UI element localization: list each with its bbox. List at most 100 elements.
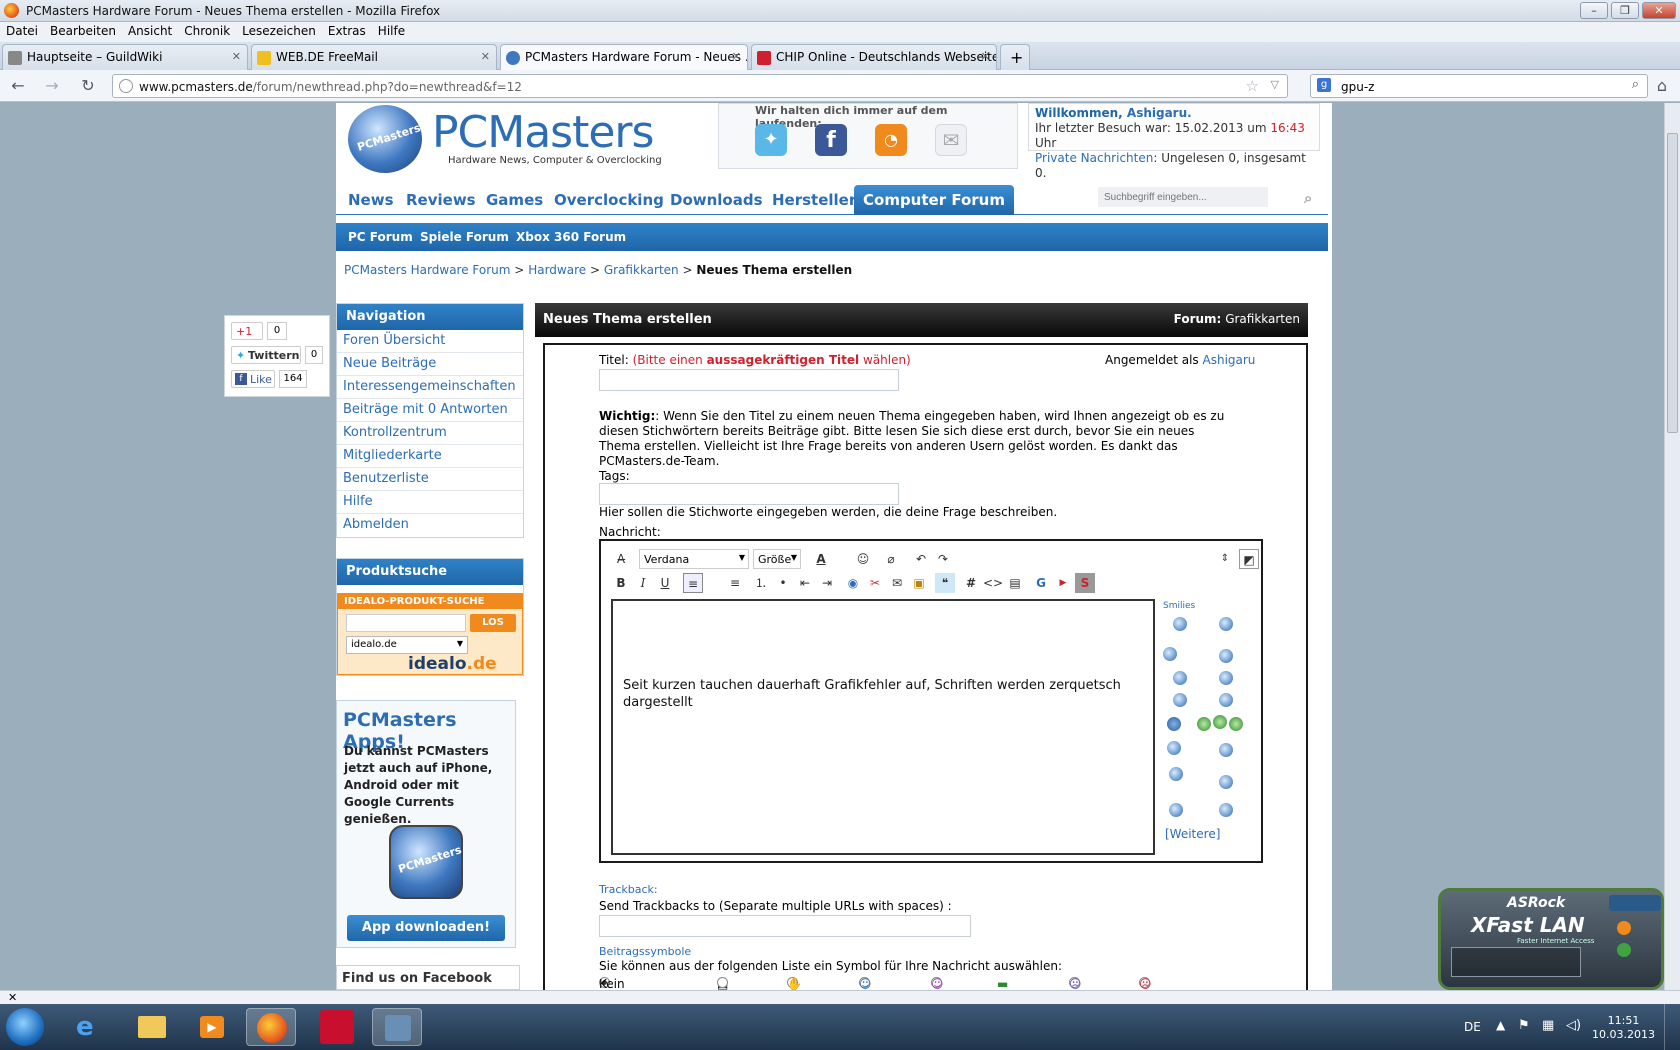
sidebar-item-foren-uebersicht[interactable]: Foren Übersicht [337,330,523,353]
php-icon[interactable]: ▤ [1005,573,1025,593]
menu-lesezeichen[interactable]: Lesezeichen [236,22,322,40]
insert-email-icon[interactable]: ✉ [887,573,907,593]
nav-computer-forum[interactable]: Computer Forum [854,185,1014,215]
subnav-spiele-forum[interactable]: Spiele Forum [420,230,509,244]
smiley-icon[interactable] [1219,671,1233,685]
smiley-icon[interactable] [1173,671,1187,685]
taskbar-clock[interactable]: 11:51 10.03.2013 [1592,1014,1655,1042]
sidebar-item-mitgliederkarte[interactable]: Mitgliederkarte [337,445,523,468]
app-icon[interactable]: PCMasters [389,825,463,899]
site-search-icon[interactable]: ⌕ [1304,189,1312,207]
smiley-icon[interactable] [1219,743,1233,757]
action-center-flag-icon[interactable]: ⚑ [1518,1018,1530,1033]
attachment-icon[interactable]: ⌀ [881,549,901,569]
thumbs-up-smiley-icon[interactable] [1197,717,1211,731]
menu-bearbeiten[interactable]: Bearbeiten [44,22,122,40]
align-right-icon[interactable]: ≡ [725,573,745,593]
rss-icon[interactable]: ◔ [875,124,907,156]
dropdown-arrow-icon[interactable]: ▽ [1271,78,1279,91]
align-left-icon[interactable]: ≡ [683,573,703,593]
new-tab-button[interactable]: + [1000,44,1030,70]
tab-guildwiki[interactable]: Hauptseite – GuildWiki ✕ [2,44,248,70]
search-icon[interactable]: ⌕ [1632,77,1639,92]
wtf-smiley-icon[interactable] [1169,767,1183,781]
explorer-taskbar-icon[interactable] [126,1008,176,1046]
smiley-icon[interactable] [1173,617,1187,631]
newsletter-mail-icon[interactable]: ✉ [935,124,967,156]
code-icon[interactable]: <> [983,573,1003,593]
subnav-pc-forum[interactable]: PC Forum [348,230,413,244]
google-search-icon[interactable]: G [1031,573,1051,593]
sidebar-item-benutzerliste[interactable]: Benutzerliste [337,468,523,491]
redo-icon[interactable]: ↷ [933,549,953,569]
subnav-xbox-forum[interactable]: Xbox 360 Forum [516,230,626,244]
language-indicator[interactable]: DE [1464,1020,1481,1034]
gplus-button[interactable]: +1 [231,322,263,340]
size-select[interactable]: Größe ▼ [753,549,801,569]
font-color-icon[interactable]: A [811,549,831,569]
strike-icon[interactable]: S [1075,573,1095,593]
smiley-icon[interactable] [1219,693,1233,707]
sidebar-item-beitraege-ohne-antwort[interactable]: Beiträge mit 0 Antworten [337,399,523,422]
unordered-list-icon[interactable]: • [773,573,793,593]
menu-datei[interactable]: Datei [0,22,44,40]
google-icon[interactable]: g [1317,78,1331,92]
smiley-icon[interactable] [1219,649,1233,663]
media-player-taskbar-icon[interactable]: ▶ [186,1008,236,1046]
firefox-taskbar-icon[interactable] [246,1008,296,1046]
insert-image-icon[interactable]: ▣ [909,573,929,593]
remove-format-icon[interactable]: A̶ [611,549,631,569]
thumbs-up-smiley-icon[interactable] [1213,715,1227,729]
menu-hilfe[interactable]: Hilfe [372,22,411,40]
site-search-input[interactable] [1098,187,1268,207]
switch-editor-mode-icon[interactable]: ◩ [1239,549,1259,569]
tab-pcmasters[interactable]: PCMasters Hardware Forum - Neues ... ✕ [500,44,748,70]
address-bar[interactable]: www.pcmasters.de/forum/newthread.php?do=… [112,74,1288,98]
smilies-more-link[interactable]: [Weitere] [1165,827,1220,841]
outdent-icon[interactable]: ⇤ [795,573,815,593]
home-icon[interactable]: ⌂ [1652,76,1672,96]
ie-taskbar-icon[interactable]: e [64,1008,114,1046]
minimize-button[interactable]: – [1580,2,1608,19]
idealo-search-input[interactable] [346,614,466,632]
idealo-los-button[interactable]: LOS [470,614,516,632]
trackback-input[interactable] [599,915,971,937]
smiley-insert-icon[interactable]: ☺ [853,549,873,569]
page-scrollbar[interactable] [1664,103,1680,990]
smiley-icon[interactable] [1167,741,1181,755]
welcome-user[interactable]: Ashigaru. [1127,106,1192,120]
bold-icon[interactable]: B [611,573,631,593]
facebook-icon[interactable]: f [815,124,847,156]
pcmasters-logo-text[interactable]: PCMasters [432,107,654,158]
bookmark-star-icon[interactable]: ☆ [1246,77,1259,95]
smiley-icon[interactable] [1219,803,1233,817]
smiley-icon[interactable] [1219,617,1233,631]
forward-arrow-icon[interactable]: → [42,76,62,96]
tags-input[interactable] [599,483,899,505]
close-tab-icon[interactable]: ✕ [732,50,741,63]
undo-icon[interactable]: ↶ [911,549,931,569]
close-tab-icon[interactable]: ✕ [232,50,241,63]
maximize-button[interactable]: ❐ [1611,2,1639,19]
nav-games[interactable]: Games [486,191,543,209]
menu-extras[interactable]: Extras [322,22,372,40]
italic-icon[interactable]: I [633,573,653,593]
scrollbar-thumb[interactable] [1667,133,1678,433]
sidebar-item-neue-beitraege[interactable]: Neue Beiträge [337,353,523,376]
asrock-xfast-lan-widget[interactable]: ASRock XFast LAN Faster Internet Access [1438,888,1664,990]
close-window-button[interactable]: ✕ [1642,2,1676,19]
breadcrumb-hardware[interactable]: Hardware [528,263,586,277]
sidebar-item-hilfe[interactable]: Hilfe [337,491,523,514]
breadcrumb-forum[interactable]: PCMasters Hardware Forum [344,263,510,277]
volume-icon[interactable]: ◁) [1566,1018,1581,1033]
private-messages-link[interactable]: Private Nachrichten [1035,151,1153,165]
indent-icon[interactable]: ⇥ [817,573,837,593]
close-findbar-icon[interactable]: ✕ [0,990,1680,1004]
hash-icon[interactable]: # [961,573,981,593]
close-tab-icon[interactable]: ✕ [481,50,490,63]
smiley-icon[interactable] [1169,803,1183,817]
message-textarea[interactable]: Seit kurzen tauchen dauerhaft Grafikfehl… [611,599,1155,855]
sidebar-item-interessengemeinschaften[interactable]: Interessengemeinschaften [337,376,523,399]
smiley-icon[interactable] [1173,693,1187,707]
smiley-icon[interactable] [1163,647,1177,661]
